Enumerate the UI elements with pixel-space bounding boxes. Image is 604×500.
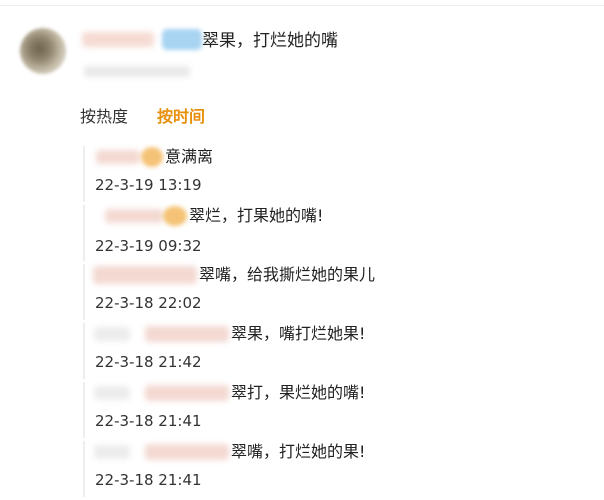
comment-item: 翠果，嘴打烂她果! 22-3-18 21:42 [0,323,604,382]
comment-text: 翠果，嘴打烂她果! [231,324,366,343]
reply-to-blurred[interactable] [94,327,130,341]
comment-time: 22-3-18 22:02 [95,294,202,312]
commenter-name-blurred[interactable] [105,209,163,223]
comment-indent-bar [83,205,85,261]
comment-time: 22-3-19 13:19 [95,176,202,194]
comment-text: 翠嘴，给我撕烂她的果儿 [199,265,376,284]
commenter-name-blurred[interactable] [145,444,229,460]
reply-to-blurred[interactable] [94,386,130,400]
comment-text: 意满离 [165,147,214,166]
comment-item: 翠打，果烂她的嘴! 22-3-18 21:41 [0,382,604,441]
comment-time-text: 22-3-19 09:32 [95,239,202,251]
comment-indent-bar [83,323,85,379]
comment-time: 22-3-18 21:41 [95,412,202,430]
reply-to-blurred[interactable] [94,445,130,459]
commenter-name-blurred[interactable] [145,326,229,342]
comment-list: 意满离 22-3-19 13:19 翠烂，打果她的嘴! 22-3-19 09:3… [0,0,604,499]
comment-item: 翠嘴，给我撕烂她的果儿 22-3-18 22:02 [0,264,604,323]
emoji-blurred [141,147,163,167]
comment-time: 22-3-18 21:41 [95,471,202,489]
commenter-name-blurred[interactable] [93,266,197,284]
comment-item: 翠烂，打果她的嘴! 22-3-19 09:32 [0,205,604,264]
comment-indent-bar [83,382,85,438]
comment-indent-bar [83,264,85,320]
comment-item: 翠嘴，打烂她的果! 22-3-18 21:41 [0,441,604,500]
comment-text: 翠打，果烂她的嘴! [231,383,366,402]
comment-item: 意满离 22-3-19 13:19 [0,146,604,205]
comment-time: 22-3-19 09:32 [95,239,202,251]
comment-time: 22-3-18 21:42 [95,353,202,371]
commenter-name-blurred[interactable] [145,385,229,401]
comment-indent-bar [83,441,85,497]
comment-text: 翠嘴，打烂她的果! [231,442,366,461]
commenter-name-blurred[interactable] [96,150,140,164]
emoji-blurred [163,206,187,226]
comment-indent-bar [83,146,85,202]
comment-text: 翠烂，打果她的嘴! [189,206,324,225]
